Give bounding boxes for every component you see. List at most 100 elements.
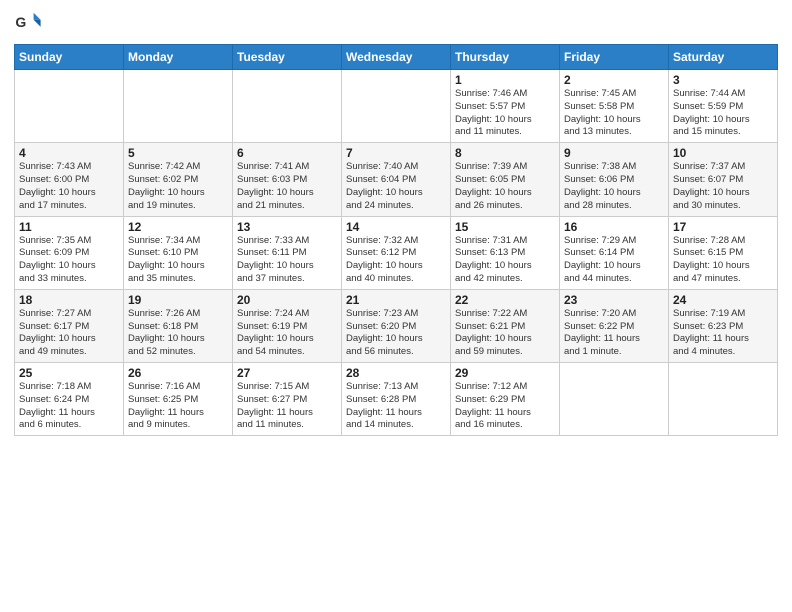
calendar-cell: 20Sunrise: 7:24 AM Sunset: 6:19 PM Dayli…	[233, 289, 342, 362]
calendar-cell: 6Sunrise: 7:41 AM Sunset: 6:03 PM Daylig…	[233, 143, 342, 216]
calendar-cell	[124, 70, 233, 143]
calendar-cell: 12Sunrise: 7:34 AM Sunset: 6:10 PM Dayli…	[124, 216, 233, 289]
day-number: 1	[455, 73, 555, 87]
day-info: Sunrise: 7:43 AM Sunset: 6:00 PM Dayligh…	[19, 161, 119, 212]
calendar-cell	[15, 70, 124, 143]
calendar-cell: 28Sunrise: 7:13 AM Sunset: 6:28 PM Dayli…	[342, 363, 451, 436]
day-number: 17	[673, 220, 773, 234]
calendar-cell: 25Sunrise: 7:18 AM Sunset: 6:24 PM Dayli…	[15, 363, 124, 436]
day-number: 26	[128, 366, 228, 380]
day-info: Sunrise: 7:40 AM Sunset: 6:04 PM Dayligh…	[346, 161, 446, 212]
calendar-header-thursday: Thursday	[451, 45, 560, 70]
day-info: Sunrise: 7:28 AM Sunset: 6:15 PM Dayligh…	[673, 235, 773, 286]
day-info: Sunrise: 7:44 AM Sunset: 5:59 PM Dayligh…	[673, 88, 773, 139]
day-info: Sunrise: 7:35 AM Sunset: 6:09 PM Dayligh…	[19, 235, 119, 286]
day-number: 19	[128, 293, 228, 307]
calendar-cell: 19Sunrise: 7:26 AM Sunset: 6:18 PM Dayli…	[124, 289, 233, 362]
calendar-week-2: 11Sunrise: 7:35 AM Sunset: 6:09 PM Dayli…	[15, 216, 778, 289]
calendar-cell: 22Sunrise: 7:22 AM Sunset: 6:21 PM Dayli…	[451, 289, 560, 362]
day-number: 3	[673, 73, 773, 87]
logo-icon: G	[14, 10, 42, 38]
page: G SundayMondayTuesdayWednesdayThursdayFr…	[0, 0, 792, 444]
calendar-header-saturday: Saturday	[669, 45, 778, 70]
day-number: 23	[564, 293, 664, 307]
calendar-cell: 10Sunrise: 7:37 AM Sunset: 6:07 PM Dayli…	[669, 143, 778, 216]
calendar-cell: 7Sunrise: 7:40 AM Sunset: 6:04 PM Daylig…	[342, 143, 451, 216]
calendar-header-wednesday: Wednesday	[342, 45, 451, 70]
day-number: 28	[346, 366, 446, 380]
calendar-cell: 23Sunrise: 7:20 AM Sunset: 6:22 PM Dayli…	[560, 289, 669, 362]
day-info: Sunrise: 7:23 AM Sunset: 6:20 PM Dayligh…	[346, 308, 446, 359]
day-info: Sunrise: 7:16 AM Sunset: 6:25 PM Dayligh…	[128, 381, 228, 432]
day-info: Sunrise: 7:18 AM Sunset: 6:24 PM Dayligh…	[19, 381, 119, 432]
day-number: 14	[346, 220, 446, 234]
calendar-cell: 26Sunrise: 7:16 AM Sunset: 6:25 PM Dayli…	[124, 363, 233, 436]
calendar-cell: 27Sunrise: 7:15 AM Sunset: 6:27 PM Dayli…	[233, 363, 342, 436]
calendar-header-tuesday: Tuesday	[233, 45, 342, 70]
day-number: 6	[237, 146, 337, 160]
logo-text: G	[14, 10, 44, 38]
calendar-cell: 29Sunrise: 7:12 AM Sunset: 6:29 PM Dayli…	[451, 363, 560, 436]
day-info: Sunrise: 7:20 AM Sunset: 6:22 PM Dayligh…	[564, 308, 664, 359]
day-info: Sunrise: 7:29 AM Sunset: 6:14 PM Dayligh…	[564, 235, 664, 286]
day-number: 9	[564, 146, 664, 160]
day-number: 15	[455, 220, 555, 234]
calendar-header-monday: Monday	[124, 45, 233, 70]
day-number: 20	[237, 293, 337, 307]
day-number: 25	[19, 366, 119, 380]
day-number: 5	[128, 146, 228, 160]
day-info: Sunrise: 7:33 AM Sunset: 6:11 PM Dayligh…	[237, 235, 337, 286]
day-info: Sunrise: 7:15 AM Sunset: 6:27 PM Dayligh…	[237, 381, 337, 432]
calendar-cell: 15Sunrise: 7:31 AM Sunset: 6:13 PM Dayli…	[451, 216, 560, 289]
calendar-cell: 17Sunrise: 7:28 AM Sunset: 6:15 PM Dayli…	[669, 216, 778, 289]
svg-text:G: G	[15, 14, 26, 30]
calendar-week-4: 25Sunrise: 7:18 AM Sunset: 6:24 PM Dayli…	[15, 363, 778, 436]
calendar-cell	[342, 70, 451, 143]
calendar: SundayMondayTuesdayWednesdayThursdayFrid…	[14, 44, 778, 436]
calendar-week-0: 1Sunrise: 7:46 AM Sunset: 5:57 PM Daylig…	[15, 70, 778, 143]
calendar-cell: 11Sunrise: 7:35 AM Sunset: 6:09 PM Dayli…	[15, 216, 124, 289]
day-info: Sunrise: 7:27 AM Sunset: 6:17 PM Dayligh…	[19, 308, 119, 359]
calendar-cell: 18Sunrise: 7:27 AM Sunset: 6:17 PM Dayli…	[15, 289, 124, 362]
day-number: 10	[673, 146, 773, 160]
calendar-cell	[669, 363, 778, 436]
header: G	[14, 10, 778, 38]
day-number: 4	[19, 146, 119, 160]
calendar-cell: 9Sunrise: 7:38 AM Sunset: 6:06 PM Daylig…	[560, 143, 669, 216]
day-info: Sunrise: 7:45 AM Sunset: 5:58 PM Dayligh…	[564, 88, 664, 139]
day-number: 27	[237, 366, 337, 380]
day-number: 18	[19, 293, 119, 307]
day-info: Sunrise: 7:38 AM Sunset: 6:06 PM Dayligh…	[564, 161, 664, 212]
day-number: 29	[455, 366, 555, 380]
calendar-header-sunday: Sunday	[15, 45, 124, 70]
day-number: 13	[237, 220, 337, 234]
day-info: Sunrise: 7:13 AM Sunset: 6:28 PM Dayligh…	[346, 381, 446, 432]
calendar-header-row: SundayMondayTuesdayWednesdayThursdayFrid…	[15, 45, 778, 70]
day-number: 11	[19, 220, 119, 234]
day-info: Sunrise: 7:46 AM Sunset: 5:57 PM Dayligh…	[455, 88, 555, 139]
calendar-cell: 2Sunrise: 7:45 AM Sunset: 5:58 PM Daylig…	[560, 70, 669, 143]
day-number: 22	[455, 293, 555, 307]
calendar-cell	[233, 70, 342, 143]
day-info: Sunrise: 7:31 AM Sunset: 6:13 PM Dayligh…	[455, 235, 555, 286]
day-number: 12	[128, 220, 228, 234]
day-number: 2	[564, 73, 664, 87]
day-number: 8	[455, 146, 555, 160]
calendar-week-1: 4Sunrise: 7:43 AM Sunset: 6:00 PM Daylig…	[15, 143, 778, 216]
day-info: Sunrise: 7:34 AM Sunset: 6:10 PM Dayligh…	[128, 235, 228, 286]
calendar-cell	[560, 363, 669, 436]
calendar-cell: 24Sunrise: 7:19 AM Sunset: 6:23 PM Dayli…	[669, 289, 778, 362]
calendar-cell: 1Sunrise: 7:46 AM Sunset: 5:57 PM Daylig…	[451, 70, 560, 143]
day-info: Sunrise: 7:26 AM Sunset: 6:18 PM Dayligh…	[128, 308, 228, 359]
day-info: Sunrise: 7:24 AM Sunset: 6:19 PM Dayligh…	[237, 308, 337, 359]
calendar-cell: 16Sunrise: 7:29 AM Sunset: 6:14 PM Dayli…	[560, 216, 669, 289]
calendar-cell: 21Sunrise: 7:23 AM Sunset: 6:20 PM Dayli…	[342, 289, 451, 362]
calendar-cell: 3Sunrise: 7:44 AM Sunset: 5:59 PM Daylig…	[669, 70, 778, 143]
day-info: Sunrise: 7:19 AM Sunset: 6:23 PM Dayligh…	[673, 308, 773, 359]
calendar-cell: 14Sunrise: 7:32 AM Sunset: 6:12 PM Dayli…	[342, 216, 451, 289]
day-info: Sunrise: 7:39 AM Sunset: 6:05 PM Dayligh…	[455, 161, 555, 212]
logo-area: G	[14, 10, 44, 38]
day-number: 7	[346, 146, 446, 160]
day-info: Sunrise: 7:22 AM Sunset: 6:21 PM Dayligh…	[455, 308, 555, 359]
calendar-week-3: 18Sunrise: 7:27 AM Sunset: 6:17 PM Dayli…	[15, 289, 778, 362]
